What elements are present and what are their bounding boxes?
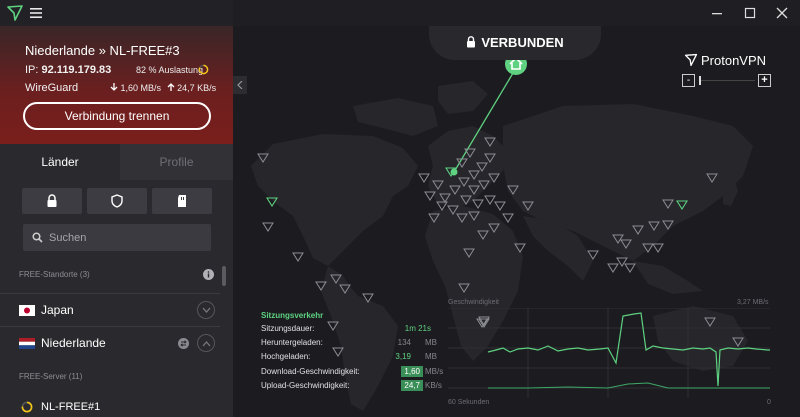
- zoom-in-button[interactable]: +: [758, 74, 771, 87]
- zoom-slider-track[interactable]: [699, 80, 755, 81]
- connection-status: VERBUNDEN: [429, 35, 601, 50]
- server-load-ring-icon: [21, 401, 33, 413]
- server-row-nl-free-1[interactable]: NL-FREE#1: [0, 398, 220, 417]
- sd-card-icon: [178, 195, 186, 207]
- collapse-button[interactable]: [197, 334, 215, 352]
- stat-value: 134: [397, 338, 411, 347]
- protonvpn-logo-icon: [7, 5, 23, 21]
- close-button[interactable]: [770, 3, 794, 23]
- p2p-filter-button[interactable]: [152, 188, 212, 214]
- close-icon: [776, 7, 788, 19]
- connection-title: Niederlande » NL-FREE#3: [25, 43, 180, 58]
- connection-protocol: WireGuard: [25, 82, 79, 94]
- download-speed: 1,60 MB/s: [120, 83, 162, 93]
- connection-ip: IP: 92.119.179.83: [25, 64, 111, 76]
- stat-unit: MB: [425, 338, 437, 347]
- zoom-slider-handle[interactable]: [699, 76, 701, 85]
- search-icon: [32, 232, 43, 243]
- country-name: Japan: [41, 303, 74, 317]
- title-bar: [0, 0, 800, 26]
- scrollbar-thumb[interactable]: [222, 266, 226, 286]
- speed-graph: [448, 308, 770, 398]
- tab-countries[interactable]: Länder: [0, 144, 120, 180]
- connection-speed: 1,60 MB/s 24,7 KB/s: [110, 83, 216, 93]
- flag-netherlands-icon: [19, 338, 35, 349]
- collapse-sidebar-button[interactable]: [233, 76, 247, 94]
- sidebar: Niederlande » NL-FREE#3 IP: 92.119.179.8…: [0, 26, 233, 417]
- stat-label: Heruntergeladen:: [261, 338, 323, 347]
- maximize-icon: [744, 7, 756, 19]
- brand-name: ProtonVPN: [701, 53, 767, 68]
- flag-japan-icon: [19, 305, 35, 316]
- download-series: [487, 312, 770, 387]
- search-box[interactable]: [23, 224, 211, 251]
- stat-value: 24,7: [401, 380, 423, 391]
- status-label: VERBUNDEN: [481, 35, 564, 50]
- lock-icon: [47, 194, 57, 207]
- disconnect-button[interactable]: Verbindung trennen: [23, 102, 211, 130]
- protonvpn-logo-icon: [684, 53, 698, 67]
- minimize-icon: [712, 13, 722, 15]
- hamburger-menu-icon[interactable]: [28, 5, 44, 21]
- secure-core-filter-button[interactable]: [22, 188, 82, 214]
- stat-unit: MB: [425, 352, 437, 361]
- graph-x-right: 0: [767, 399, 771, 406]
- free-locations-label: FREE-Standorte (3): [19, 270, 90, 279]
- stat-unit: KB/s: [425, 381, 442, 390]
- server-load-text: 82 % Auslastung: [136, 65, 204, 75]
- brand-logo: ProtonVPN: [684, 53, 766, 68]
- info-icon[interactable]: [203, 269, 214, 280]
- search-input[interactable]: [49, 224, 207, 251]
- graph-max-label: 3,27 MB/s: [737, 299, 769, 306]
- connection-status-tab: VERBUNDEN: [429, 26, 601, 60]
- connected-server-dot: [450, 168, 458, 176]
- stats-title: Sitzungsverkehr: [261, 311, 324, 320]
- tab-profiles[interactable]: Profile: [120, 144, 233, 180]
- minimize-button[interactable]: [705, 3, 729, 23]
- maximize-button[interactable]: [738, 3, 762, 23]
- graph-x-left: 60 Sekunden: [448, 399, 490, 406]
- upload-series: [488, 382, 770, 389]
- netshield-filter-button[interactable]: [87, 188, 147, 214]
- country-row-netherlands[interactable]: Niederlande: [0, 326, 220, 358]
- country-row-japan[interactable]: Japan: [0, 293, 220, 325]
- map-area[interactable]: VERBUNDEN ProtonVPN - + Sitzungsverkehr …: [233, 26, 800, 417]
- stat-value: 1,60: [401, 366, 423, 377]
- upload-speed: 24,7 KB/s: [177, 83, 217, 93]
- stat-label: Hochgeladen:: [261, 352, 311, 361]
- chevron-left-icon: [237, 81, 243, 89]
- country-name: Niederlande: [41, 336, 106, 350]
- chevron-down-icon: [202, 307, 211, 313]
- ip-value: 92.119.179.83: [41, 64, 112, 76]
- lock-icon: [467, 36, 476, 48]
- stat-label: Upload-Geschwindigkeit:: [261, 381, 350, 390]
- server-name: NL-FREE#1: [41, 401, 101, 413]
- connection-panel: Niederlande » NL-FREE#3 IP: 92.119.179.8…: [0, 26, 233, 144]
- expand-button[interactable]: [197, 301, 215, 319]
- stat-value: 3,19: [395, 352, 411, 361]
- p2p-icon: [178, 338, 189, 349]
- sidebar-tabs: Länder Profile: [0, 144, 233, 180]
- ip-label: IP:: [25, 64, 39, 76]
- graph-title: Geschwindigkeit: [448, 299, 499, 306]
- arrow-up-icon: [167, 83, 175, 91]
- free-servers-label: FREE-Server (11): [19, 372, 83, 381]
- stat-label: Download-Geschwindigkeit:: [261, 367, 360, 376]
- shield-icon: [111, 194, 123, 208]
- zoom-out-button[interactable]: -: [682, 74, 695, 87]
- chevron-up-icon: [202, 341, 211, 347]
- title-bar-left: [0, 0, 233, 26]
- load-ring-icon: [198, 64, 209, 75]
- arrow-down-icon: [110, 83, 118, 91]
- stat-label: Sitzungsdauer:: [261, 324, 315, 333]
- stat-value: 1m 21s: [404, 324, 431, 333]
- stat-unit: MB/s: [425, 367, 444, 376]
